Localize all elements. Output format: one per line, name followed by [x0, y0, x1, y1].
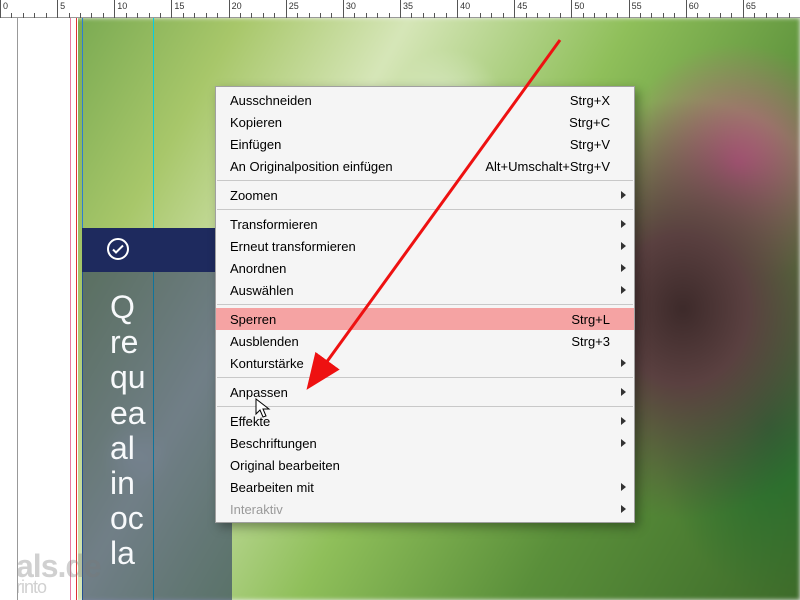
- menu-item-label: Konturstärke: [230, 356, 610, 371]
- ruler-vertical[interactable]: [0, 0, 18, 600]
- menu-item-label: Auswählen: [230, 283, 610, 298]
- menu-separator: [217, 406, 633, 407]
- menu-item-shortcut: Strg+3: [571, 334, 610, 349]
- menu-item-label: Anpassen: [230, 385, 610, 400]
- page-margin-left: [18, 18, 78, 600]
- menu-item-original-bearbeiten[interactable]: Original bearbeiten: [216, 454, 634, 476]
- menu-item-shortcut: Strg+L: [571, 312, 610, 327]
- chevron-right-icon: [621, 286, 626, 294]
- menu-item-zoomen[interactable]: Zoomen: [216, 184, 634, 206]
- menu-item-ausblenden[interactable]: Ausblenden Strg+3: [216, 330, 634, 352]
- menu-item-shortcut: Alt+Umschalt+Strg+V: [485, 159, 610, 174]
- watermark: als.de rinto: [18, 554, 101, 594]
- menu-item-label: Sperren: [230, 312, 551, 327]
- text-frame[interactable]: Q re qu ea al in oc la: [82, 272, 232, 600]
- chevron-right-icon: [621, 264, 626, 272]
- chevron-right-icon: [621, 388, 626, 396]
- menu-item-label: Ausschneiden: [230, 93, 550, 108]
- chevron-right-icon: [621, 439, 626, 447]
- checkmark-circle-icon: [106, 237, 130, 264]
- menu-item-label: An Originalposition einfügen: [230, 159, 465, 174]
- menu-separator: [217, 180, 633, 181]
- menu-item-label: Kopieren: [230, 115, 549, 130]
- menu-item-ausw-hlen[interactable]: Auswählen: [216, 279, 634, 301]
- menu-item-shortcut: Strg+X: [570, 93, 610, 108]
- ruler-horizontal[interactable]: 0510152025303540455055606570: [0, 0, 800, 18]
- menu-item-anordnen[interactable]: Anordnen: [216, 257, 634, 279]
- guide-line[interactable]: [70, 18, 71, 600]
- menu-item-shortcut: Strg+V: [570, 137, 610, 152]
- menu-item-label: Original bearbeiten: [230, 458, 610, 473]
- menu-item-ausschneiden[interactable]: Ausschneiden Strg+X: [216, 89, 634, 111]
- menu-item-transformieren[interactable]: Transformieren: [216, 213, 634, 235]
- menu-item-label: Beschriftungen: [230, 436, 610, 451]
- menu-item-effekte[interactable]: Effekte: [216, 410, 634, 432]
- chevron-right-icon: [621, 191, 626, 199]
- menu-item-kopieren[interactable]: Kopieren Strg+C: [216, 111, 634, 133]
- header-badge: [82, 228, 232, 272]
- context-menu[interactable]: Ausschneiden Strg+X Kopieren Strg+C Einfügen…: [215, 86, 635, 523]
- menu-separator: [217, 209, 633, 210]
- menu-item-label: Anordnen: [230, 261, 610, 276]
- menu-item-label: Interaktiv: [230, 502, 610, 517]
- chevron-right-icon: [621, 359, 626, 367]
- menu-item-label: Zoomen: [230, 188, 610, 203]
- guide-line[interactable]: [76, 18, 77, 600]
- menu-item-label: Effekte: [230, 414, 610, 429]
- menu-item-label: Bearbeiten mit: [230, 480, 610, 495]
- menu-item-einf-gen[interactable]: Einfügen Strg+V: [216, 133, 634, 155]
- menu-item-konturst-rke[interactable]: Konturstärke: [216, 352, 634, 374]
- menu-item-sperren[interactable]: Sperren Strg+L: [216, 308, 634, 330]
- menu-item-an-originalposition-einf-gen[interactable]: An Originalposition einfügen Alt+Umschalt…: [216, 155, 634, 177]
- menu-item-erneut-transformieren[interactable]: Erneut transformieren: [216, 235, 634, 257]
- menu-separator: [217, 377, 633, 378]
- menu-item-bearbeiten-mit[interactable]: Bearbeiten mit: [216, 476, 634, 498]
- menu-item-label: Transformieren: [230, 217, 610, 232]
- menu-item-label: Erneut transformieren: [230, 239, 610, 254]
- chevron-right-icon: [621, 242, 626, 250]
- menu-item-interaktiv: Interaktiv: [216, 498, 634, 520]
- menu-item-label: Ausblenden: [230, 334, 551, 349]
- menu-separator: [217, 304, 633, 305]
- chevron-right-icon: [621, 505, 626, 513]
- chevron-right-icon: [621, 220, 626, 228]
- chevron-right-icon: [621, 417, 626, 425]
- menu-item-label: Einfügen: [230, 137, 550, 152]
- chevron-right-icon: [621, 483, 626, 491]
- menu-item-beschriftungen[interactable]: Beschriftungen: [216, 432, 634, 454]
- menu-item-shortcut: Strg+C: [569, 115, 610, 130]
- menu-item-anpassen[interactable]: Anpassen: [216, 381, 634, 403]
